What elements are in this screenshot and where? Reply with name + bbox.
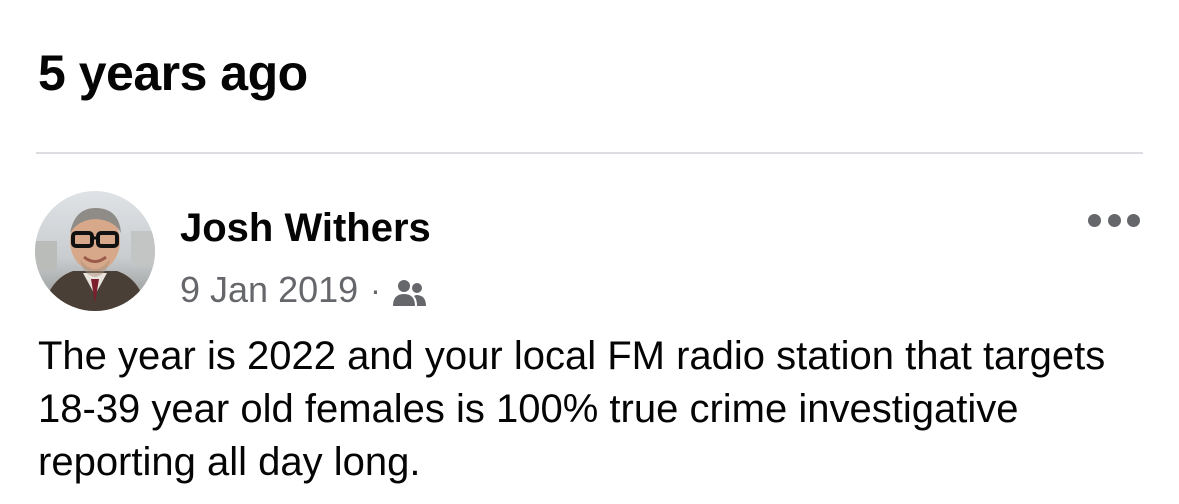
section-divider <box>36 152 1143 154</box>
more-dot <box>1107 213 1121 227</box>
memories-section-title: 5 years ago <box>38 45 308 101</box>
avatar-photo <box>35 191 155 311</box>
more-dot <box>1127 213 1140 227</box>
author-avatar[interactable] <box>35 191 155 311</box>
post-meta: 9 Jan 2019 · <box>180 266 427 314</box>
author-name[interactable]: Josh Withers <box>180 204 431 252</box>
friends-icon <box>391 275 427 306</box>
more-options-icon[interactable] <box>1088 205 1140 235</box>
post-text: The year is 2022 and your local FM radio… <box>38 334 1106 484</box>
meta-separator: · <box>370 271 381 308</box>
more-dot <box>1088 213 1101 227</box>
post-date[interactable]: 9 Jan 2019 <box>180 269 358 311</box>
